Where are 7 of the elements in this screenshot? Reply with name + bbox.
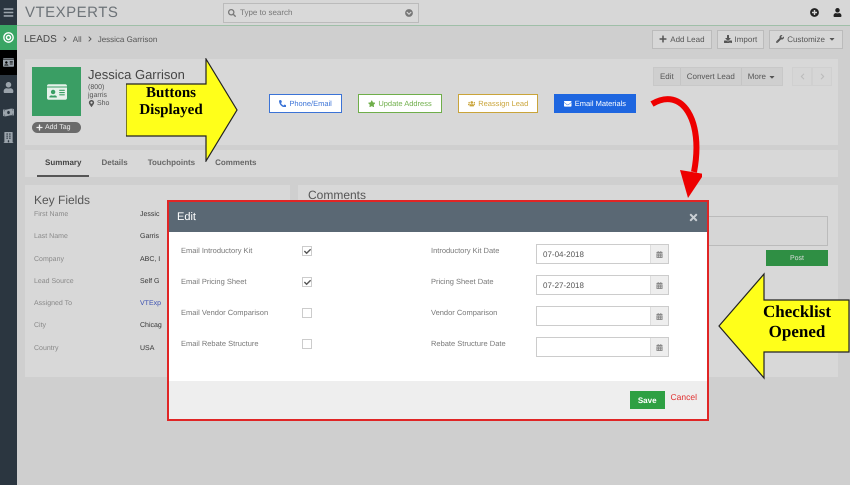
logo: VTEXPERTS — [25, 4, 120, 21]
record-name: Jessica Garrison — [88, 67, 185, 82]
card-title: Comments — [308, 190, 366, 201]
callout-text: Buttons Displayed — [138, 85, 204, 120]
card-title: Key Fields — [34, 193, 92, 207]
dialog-title: Edit — [177, 211, 196, 223]
callout-text: Checklist Opened — [762, 302, 832, 342]
